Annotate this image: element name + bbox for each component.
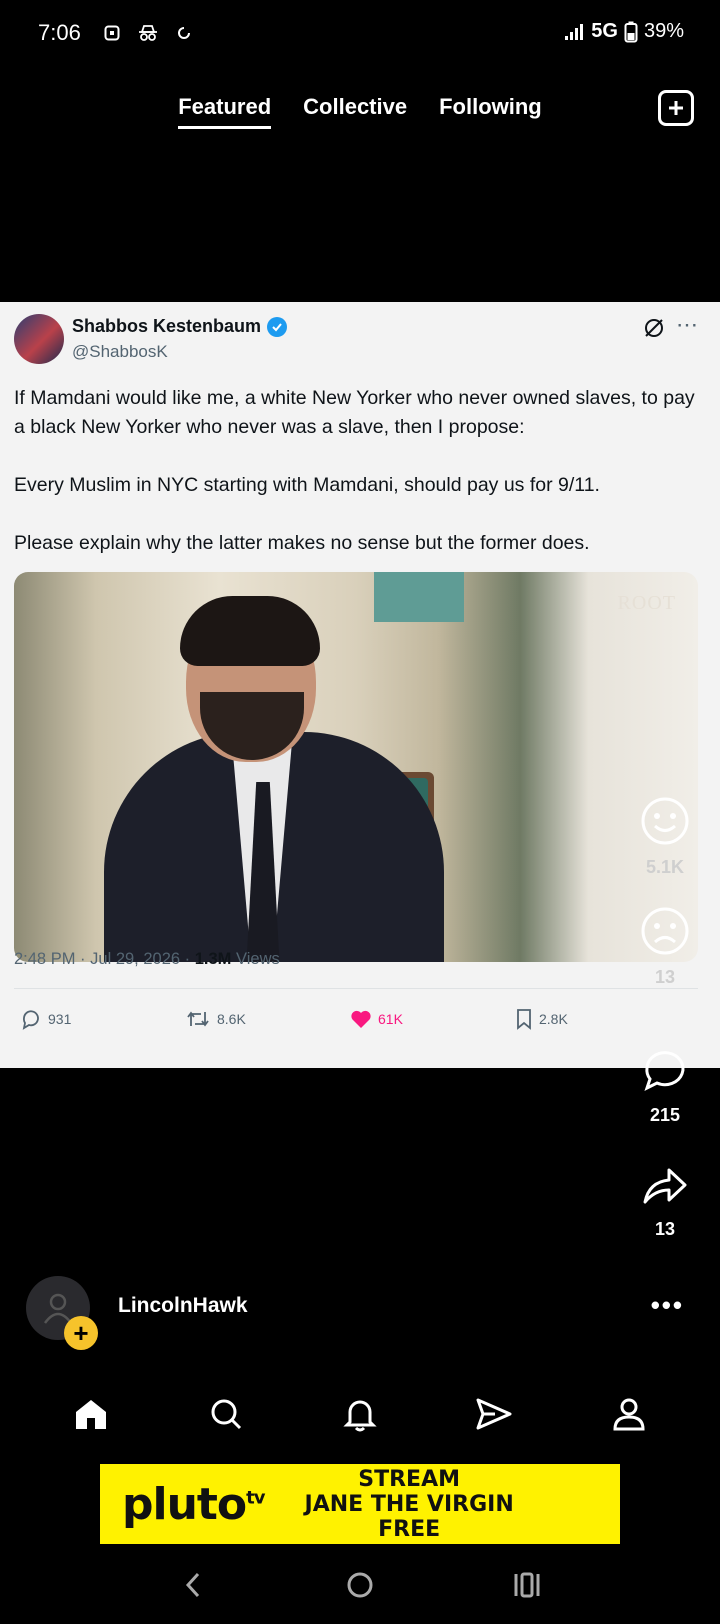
action-rail-comments: 215 xyxy=(610,1046,720,1126)
grok-icon xyxy=(645,319,663,337)
tweet-media-image: ROOT xyxy=(14,572,698,962)
like-count: 61K xyxy=(378,1011,403,1027)
ad-headline: STREAM JANE THE VIRGIN FREE xyxy=(305,1467,514,1542)
status-notification-icons xyxy=(104,24,192,42)
ad-brand-logo: plutotv xyxy=(122,1478,266,1530)
nav-home[interactable] xyxy=(61,1384,121,1444)
meta-separator: · xyxy=(80,950,91,968)
heart-icon xyxy=(351,1010,371,1028)
ad-line: JANE THE VIRGIN xyxy=(304,1491,514,1517)
ad-line: STREAM xyxy=(358,1466,460,1492)
repost-icon xyxy=(187,1011,209,1027)
smile-count: 5.1K xyxy=(645,857,685,877)
tweet-views-count: 1.3M xyxy=(194,950,232,968)
tweet-text: If Mamdani would like me, a white New Yo… xyxy=(14,384,706,587)
tweet-more-icon: ⋯ xyxy=(676,312,699,337)
tweet-paragraph: If Mamdani would like me, a white New Yo… xyxy=(14,387,695,438)
tweet-time: 2:48 PM xyxy=(14,950,76,968)
reply-count: 931 xyxy=(48,1011,72,1027)
comments-button[interactable] xyxy=(641,1046,689,1099)
follow-plus-icon[interactable]: + xyxy=(64,1316,98,1350)
tweet-date: Jul 29, 2026 xyxy=(90,950,181,968)
system-navigation xyxy=(0,1560,720,1610)
media-watermark: ROOT xyxy=(617,592,676,614)
bottom-navigation xyxy=(0,1384,720,1444)
incognito-icon xyxy=(139,25,157,41)
frown-count: 13 xyxy=(654,967,676,987)
frown-reaction-button[interactable] xyxy=(640,906,690,961)
tweet-repost-stat: 8.6K xyxy=(185,1008,350,1030)
comments-count: 215 xyxy=(649,1105,681,1125)
nav-messages[interactable] xyxy=(464,1384,524,1444)
bookmark-icon xyxy=(517,1009,531,1030)
tab-featured[interactable]: Featured xyxy=(178,94,272,129)
nav-notifications[interactable] xyxy=(330,1384,390,1444)
smile-reaction-button[interactable] xyxy=(640,796,690,851)
author-username[interactable]: LincolnHawk xyxy=(118,1294,248,1318)
plus-icon xyxy=(669,101,683,115)
media-background-window xyxy=(374,572,464,622)
tweet-like-stat: 61K xyxy=(350,1008,515,1030)
media-person-hair xyxy=(180,596,320,666)
home-circle-icon xyxy=(347,1572,373,1598)
bookmark-count: 2.8K xyxy=(539,1011,568,1027)
verified-badge-icon xyxy=(267,316,288,337)
ad-brand: pluto xyxy=(122,1478,247,1530)
sync-icon xyxy=(178,27,190,39)
action-rail-smile: 5.1K xyxy=(610,796,720,878)
system-recents-button[interactable] xyxy=(502,1560,552,1610)
tab-collective[interactable]: Collective xyxy=(303,94,407,129)
tweet-actions: 931 8.6K 61K 2.8K xyxy=(20,1008,700,1030)
media-notification-icon xyxy=(104,25,120,41)
feed-tabs: Featured Collective Following xyxy=(0,94,720,129)
ad-banner[interactable]: plutotv STREAM JANE THE VIRGIN FREE xyxy=(100,1464,620,1544)
share-arrow-icon xyxy=(643,1168,687,1204)
search-icon xyxy=(211,1399,241,1430)
meta-separator: · xyxy=(184,950,195,968)
tweet-paragraph: Every Muslim in NYC starting with Mamdan… xyxy=(14,474,600,496)
tweet-paragraph: Please explain why the latter makes no s… xyxy=(14,532,590,554)
nav-profile[interactable] xyxy=(599,1384,659,1444)
system-home-button[interactable] xyxy=(335,1560,385,1610)
recents-icon xyxy=(514,1572,540,1598)
tweet-divider xyxy=(14,988,698,989)
tweet-reply-stat: 931 xyxy=(20,1008,185,1030)
status-time: 7:06 xyxy=(38,20,81,45)
frown-icon xyxy=(641,907,689,955)
ad-brand-sup: tv xyxy=(246,1486,265,1508)
back-chevron-icon xyxy=(186,1572,200,1598)
system-back-button[interactable] xyxy=(168,1560,218,1610)
share-count: 13 xyxy=(654,1219,676,1239)
action-rail-share: 13 xyxy=(610,1164,720,1240)
status-right: 5G 39% xyxy=(563,20,684,43)
create-post-button[interactable] xyxy=(658,90,694,126)
battery-icon xyxy=(624,21,638,42)
smile-icon xyxy=(641,797,689,845)
profile-icon xyxy=(613,1398,645,1431)
tweet-author-avatar xyxy=(14,314,64,364)
send-icon xyxy=(476,1398,512,1430)
repost-count: 8.6K xyxy=(217,1011,246,1027)
tweet-bookmark-stat: 2.8K xyxy=(515,1008,680,1030)
tweet-author-name-row: Shabbos Kestenbaum xyxy=(72,316,288,337)
ad-line: FREE xyxy=(378,1516,441,1542)
reply-icon xyxy=(22,1010,39,1030)
tab-following[interactable]: Following xyxy=(439,94,542,129)
tweet-meta: 2:48 PM · Jul 29, 2026 · 1.3M Views xyxy=(14,950,280,969)
battery-percent: 39% xyxy=(643,20,684,42)
signal-icon xyxy=(565,23,584,40)
more-options-icon[interactable]: ••• xyxy=(651,1290,684,1321)
share-button[interactable] xyxy=(641,1164,689,1213)
nav-search[interactable] xyxy=(196,1384,256,1444)
home-icon xyxy=(76,1400,107,1429)
bell-icon xyxy=(343,1400,377,1432)
tweet-author-name: Shabbos Kestenbaum xyxy=(72,316,262,336)
comment-bubble-icon xyxy=(644,1051,685,1091)
tweet-views-label: Views xyxy=(236,950,280,968)
network-type: 5G xyxy=(591,20,618,42)
tweet-author-handle: @ShabbosK xyxy=(72,342,168,361)
action-rail-frown: 13 xyxy=(610,906,720,988)
